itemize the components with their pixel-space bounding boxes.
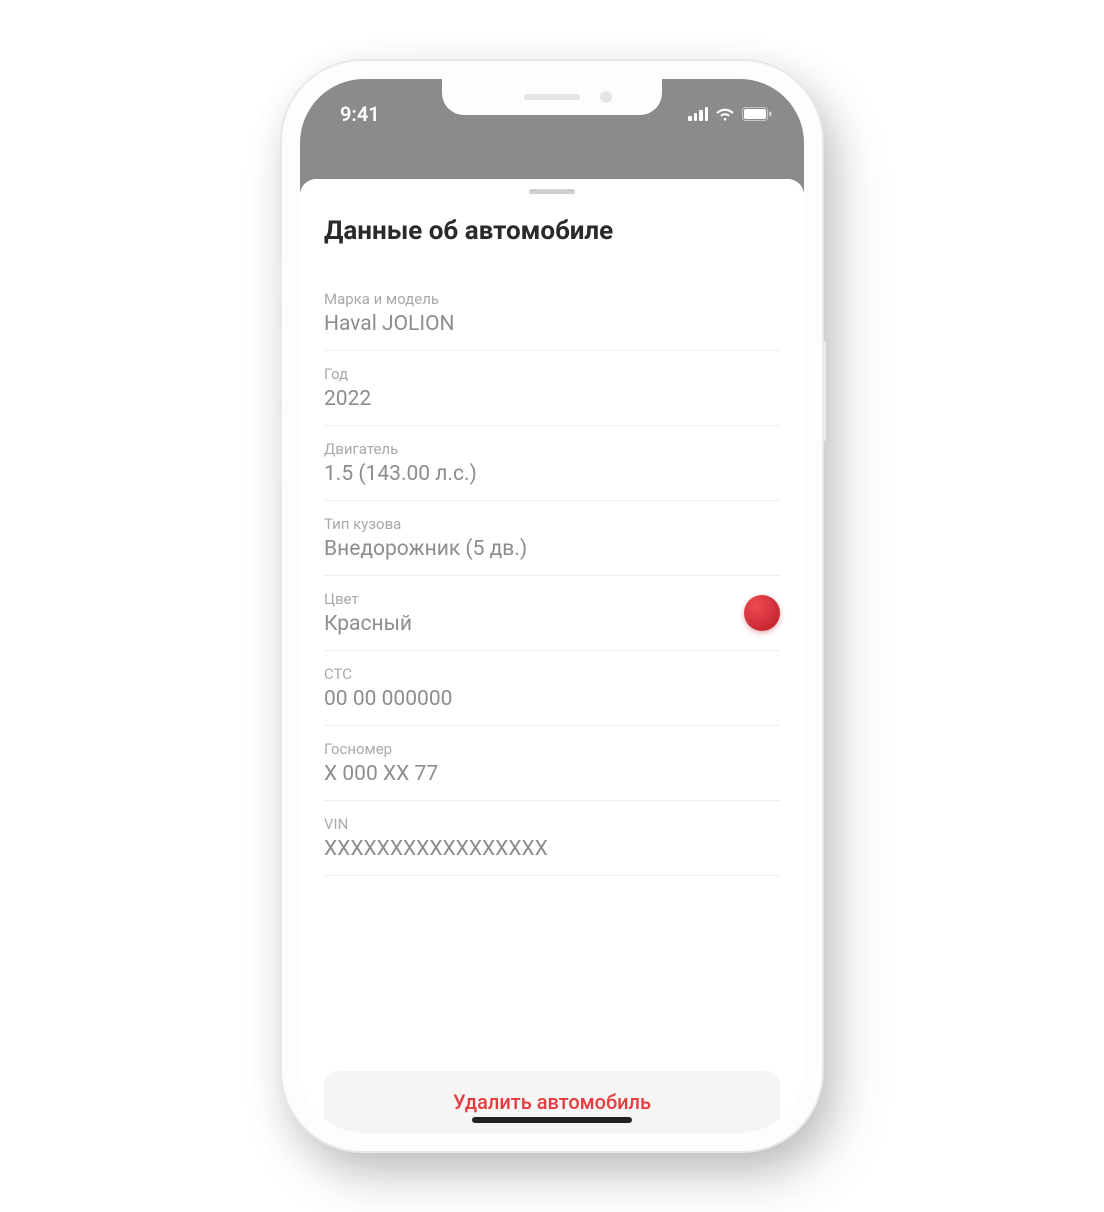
notch <box>442 79 662 115</box>
volume-up-button <box>278 329 282 399</box>
field-value: Внедорожник (5 дв.) <box>324 537 527 561</box>
field-make-model[interactable]: Марка и модель Haval JOLION <box>324 276 780 351</box>
page-title: Данные об автомобиле <box>324 216 780 246</box>
field-value: X 000 XX 77 <box>324 762 438 786</box>
bottom-sheet: Данные об автомобиле Марка и модель Hava… <box>300 179 804 1133</box>
field-vin[interactable]: VIN XXXXXXXXXXXXXXXXX <box>324 801 780 876</box>
speaker <box>524 94 580 100</box>
volume-button <box>278 261 282 301</box>
field-label: Марка и модель <box>324 290 455 308</box>
field-label: Тип кузова <box>324 515 527 533</box>
screen: 9:41 Данные об автомобиле <box>300 79 804 1133</box>
cellular-icon <box>688 107 708 121</box>
delete-button[interactable]: Удалить автомобиль <box>324 1071 780 1133</box>
field-label: Цвет <box>324 590 412 608</box>
color-swatch-icon <box>744 595 780 631</box>
field-value: XXXXXXXXXXXXXXXXX <box>324 837 548 861</box>
field-label: СТС <box>324 665 452 683</box>
field-value: Красный <box>324 612 412 636</box>
status-right <box>688 107 772 121</box>
field-value: 2022 <box>324 387 371 411</box>
phone-frame: 9:41 Данные об автомобиле <box>282 61 822 1151</box>
sheet-content: Данные об автомобиле Марка и модель Hava… <box>300 194 804 1041</box>
field-plate[interactable]: Госномер X 000 XX 77 <box>324 726 780 801</box>
home-indicator[interactable] <box>472 1117 632 1123</box>
power-button <box>822 341 826 441</box>
field-value: Haval JOLION <box>324 312 455 336</box>
field-body-type[interactable]: Тип кузова Внедорожник (5 дв.) <box>324 501 780 576</box>
wifi-icon <box>715 107 735 121</box>
field-value: 1.5 (143.00 л.с.) <box>324 462 477 486</box>
field-year[interactable]: Год 2022 <box>324 351 780 426</box>
front-camera <box>600 91 612 103</box>
field-label: Двигатель <box>324 440 477 458</box>
field-engine[interactable]: Двигатель 1.5 (143.00 л.с.) <box>324 426 780 501</box>
volume-down-button <box>278 413 282 483</box>
field-sts[interactable]: СТС 00 00 000000 <box>324 651 780 726</box>
field-color[interactable]: Цвет Красный <box>324 576 780 651</box>
field-label: Госномер <box>324 740 438 758</box>
field-value: 00 00 000000 <box>324 687 452 711</box>
status-time: 9:41 <box>340 102 380 126</box>
field-label: Год <box>324 365 371 383</box>
battery-icon <box>742 107 772 121</box>
field-label: VIN <box>324 815 548 833</box>
